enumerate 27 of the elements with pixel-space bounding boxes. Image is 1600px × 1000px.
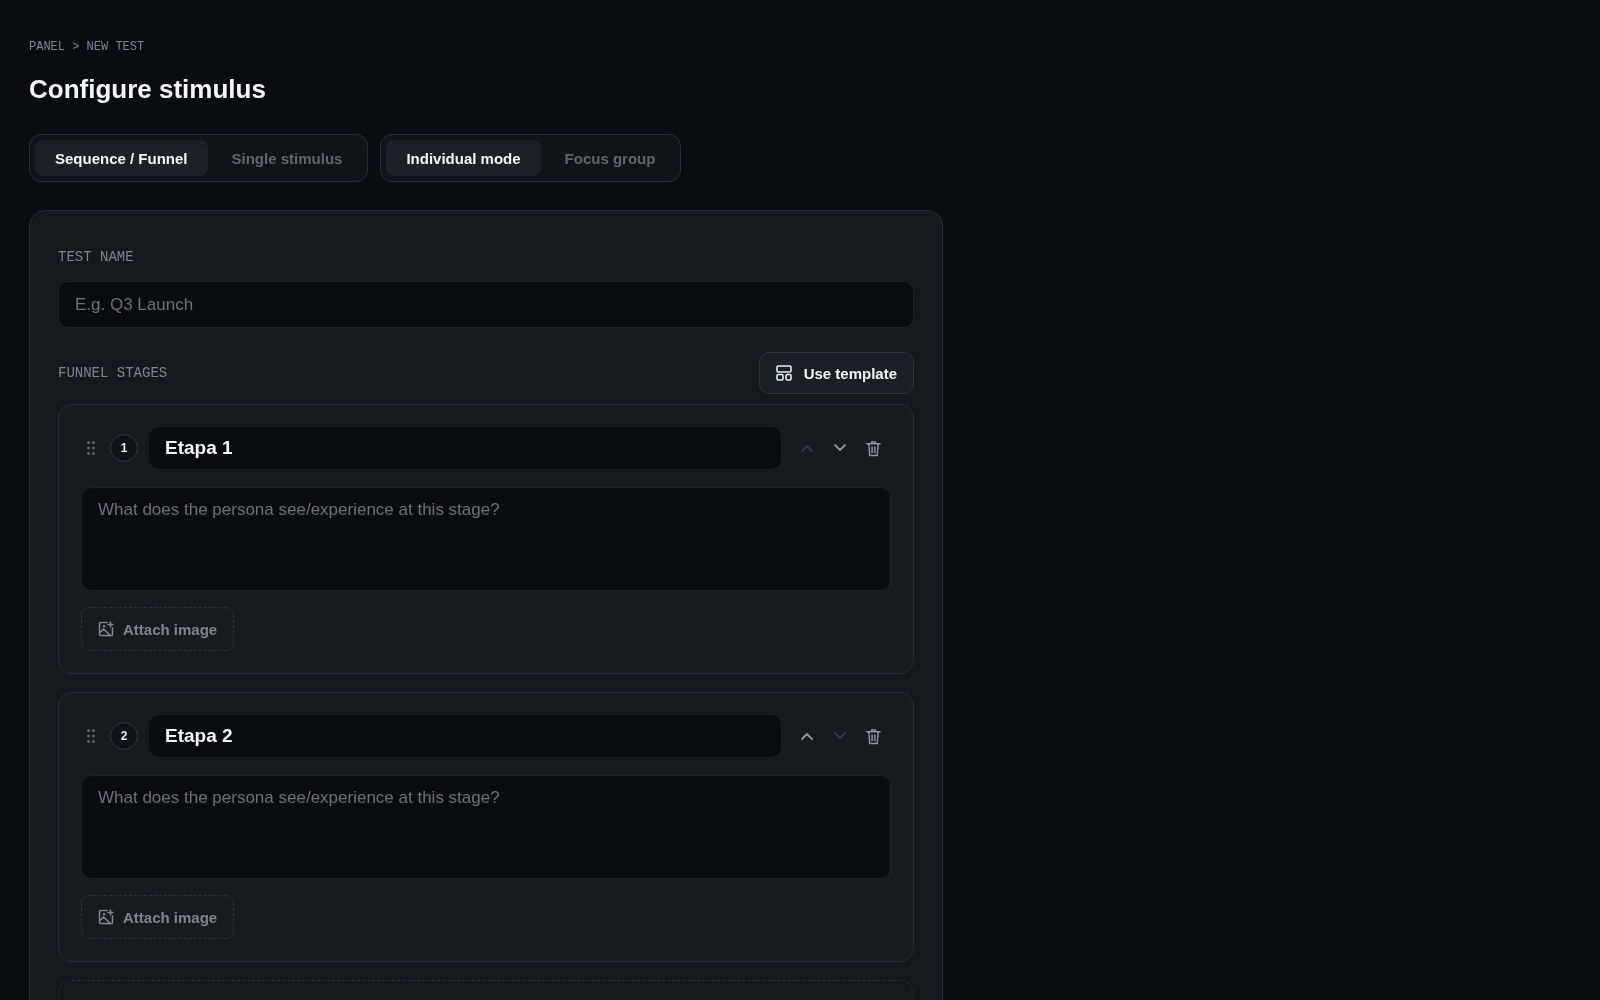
- segment-tab[interactable]: Sequence / Funnel: [35, 140, 208, 176]
- trash-icon: [865, 727, 881, 745]
- image-plus-icon: [98, 909, 114, 925]
- layout-icon: [775, 365, 792, 381]
- test-name-field[interactable]: E.g. Q3 Launch: [58, 281, 914, 328]
- stage-description-field[interactable]: What does the persona see/experience at this stage?: [81, 775, 891, 879]
- use-template-button[interactable]: Use template: [758, 352, 914, 394]
- stage-number: 1: [110, 434, 138, 462]
- stage-name-field[interactable]: Etapa 1: [149, 427, 781, 469]
- stage-description-field[interactable]: What does the persona see/experience at this stage?: [81, 487, 891, 591]
- stage-number: 2: [110, 722, 138, 750]
- image-plus-icon: [98, 621, 114, 637]
- attach-image-button[interactable]: Attach image: [81, 607, 235, 651]
- chevron-down-icon: [834, 444, 846, 452]
- chevron-down-icon: [834, 732, 846, 740]
- chevron-up-icon: [801, 732, 813, 740]
- page-title: Configure stimulus: [29, 74, 266, 104]
- breadcrumb: PANEL > NEW TEST: [29, 40, 145, 54]
- field-label: TEST NAME: [58, 249, 134, 265]
- segment-tab[interactable]: Individual mode: [386, 140, 541, 176]
- drag-handle-icon[interactable]: [87, 729, 95, 743]
- trash-icon: [865, 439, 881, 457]
- section-label: FUNNEL STAGES: [58, 365, 168, 381]
- attach-image-button[interactable]: Attach image: [81, 895, 235, 939]
- drag-handle-icon[interactable]: [87, 441, 95, 455]
- stage-name-field[interactable]: Etapa 2: [149, 715, 781, 757]
- chevron-up-icon: [801, 444, 813, 452]
